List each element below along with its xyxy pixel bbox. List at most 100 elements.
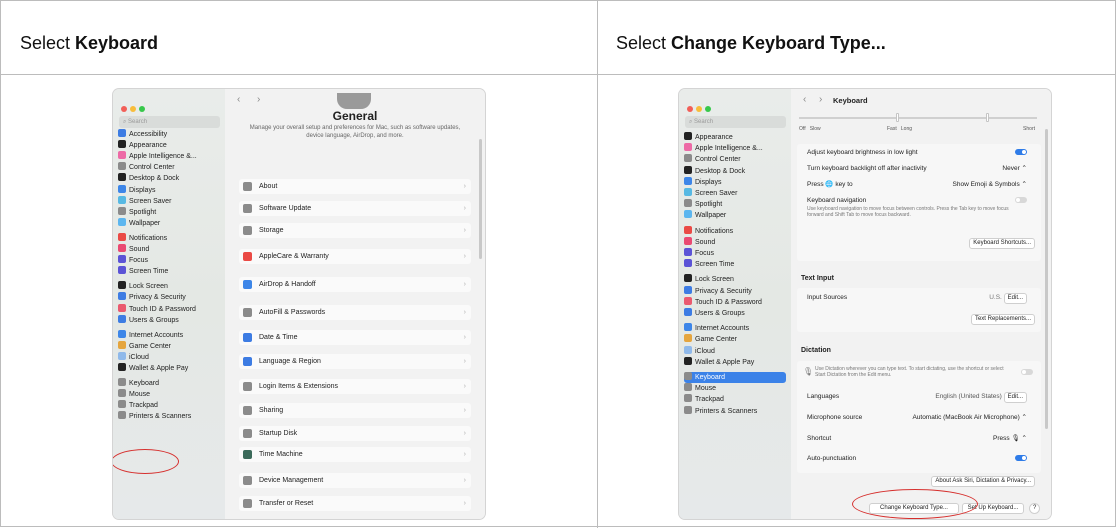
sidebar-item[interactable]: Keyboard <box>684 372 786 383</box>
text-replacements-button[interactable]: Text Replacements... <box>970 314 1035 325</box>
press-key-dropdown[interactable]: Show Emoji & Symbols ⌃ <box>953 179 1027 190</box>
input-sources-edit-button[interactable]: Edit... <box>1003 293 1027 304</box>
sidebar-item[interactable]: Control Center <box>118 162 220 173</box>
settings-row[interactable]: Sharing › <box>239 403 471 418</box>
scrollbar[interactable] <box>479 139 482 259</box>
about-siri-button[interactable]: About Ask Siri, Dictation & Privacy... <box>931 476 1035 487</box>
sidebar-item[interactable]: Displays <box>684 176 786 188</box>
brightness-toggle[interactable] <box>1015 149 1027 155</box>
settings-row[interactable]: Device Management › <box>239 473 471 488</box>
back-arrow-icon[interactable]: ‹ <box>237 94 240 105</box>
sidebar-item[interactable]: Desktop & Dock <box>118 173 220 184</box>
zoom-button[interactable] <box>139 106 145 112</box>
sidebar-item[interactable]: Privacy & Security <box>118 292 220 303</box>
sidebar-item[interactable]: Lock Screen <box>118 281 220 292</box>
sidebar-item[interactable]: Wallet & Apple Pay <box>118 363 220 374</box>
sidebar-item[interactable]: Sound <box>118 244 220 255</box>
sidebar-item[interactable]: Screen Time <box>118 266 220 277</box>
dictation-toggle[interactable] <box>1021 369 1033 375</box>
sidebar-item[interactable]: Game Center <box>118 340 220 352</box>
sidebar-item[interactable]: Trackpad <box>684 394 786 405</box>
settings-row[interactable]: Software Update › <box>239 201 471 216</box>
sidebar-item[interactable]: Displays <box>118 184 220 196</box>
zoom-button[interactable] <box>705 106 711 112</box>
settings-row[interactable]: AirDrop & Handoff › <box>239 277 471 292</box>
microphone-source-dropdown[interactable]: Automatic (MacBook Air Microphone) ⌃ <box>912 412 1027 423</box>
sidebar-item[interactable]: Control Center <box>684 154 786 165</box>
sidebar-item[interactable]: iCloud <box>684 345 786 357</box>
sidebar-item[interactable]: Spotlight <box>684 199 786 210</box>
sidebar-item[interactable]: Notifications <box>118 232 220 244</box>
sidebar-item[interactable]: Apple Intelligence &... <box>118 151 220 162</box>
auto-punctuation-toggle[interactable] <box>1015 455 1027 461</box>
sidebar-item[interactable]: Printers & Scanners <box>684 405 786 417</box>
sidebar-item[interactable]: Touch ID & Password <box>684 296 786 308</box>
sidebar-item[interactable]: Mouse <box>118 389 220 400</box>
settings-row[interactable]: Login Items & Extensions › <box>239 379 471 394</box>
sidebar-item[interactable]: Lock Screen <box>684 274 786 285</box>
settings-row[interactable]: Startup Disk › <box>239 426 471 441</box>
close-button[interactable] <box>687 106 693 112</box>
sidebar-item[interactable]: Mouse <box>684 383 786 394</box>
shortcut-dropdown[interactable]: Press 🎙 ⌃ <box>993 433 1027 444</box>
search-input[interactable]: ⌕ Search <box>119 116 220 128</box>
sidebar-item-label: Printers & Scanners <box>695 407 758 415</box>
sidebar-item[interactable]: Screen Saver <box>118 195 220 207</box>
sidebar-item[interactable]: Focus <box>684 248 786 259</box>
keyboard-shortcuts-button[interactable]: Keyboard Shortcuts... <box>969 238 1035 249</box>
sidebar-item-label: Lock Screen <box>695 276 734 284</box>
settings-row[interactable]: AppleCare & Warranty › <box>239 249 471 264</box>
slider-knob[interactable] <box>986 113 989 122</box>
settings-row[interactable]: Date & Time › <box>239 330 471 345</box>
chevron-right-icon: › <box>463 500 466 507</box>
settings-row[interactable]: Transfer or Reset › <box>239 496 471 511</box>
settings-row[interactable]: AutoFill & Passwords › <box>239 305 471 320</box>
settings-row[interactable]: About › <box>239 179 471 194</box>
sidebar-item[interactable]: Appearance <box>118 140 220 151</box>
sidebar-item[interactable]: Privacy & Security <box>684 285 786 297</box>
close-button[interactable] <box>121 106 127 112</box>
forward-arrow-icon[interactable]: › <box>257 94 260 105</box>
languages-edit-button[interactable]: Edit... <box>1003 392 1027 403</box>
search-input[interactable]: ⌕ Search <box>685 116 786 128</box>
sidebar-item[interactable]: Sound <box>684 236 786 248</box>
sidebar-item[interactable]: Printers & Scanners <box>118 411 220 422</box>
sidebar-item[interactable]: Wallpaper <box>118 217 220 229</box>
settings-row[interactable]: Storage › <box>239 223 471 238</box>
settings-row[interactable]: Time Machine › <box>239 447 471 462</box>
sidebar-item[interactable]: Internet Accounts <box>684 323 786 334</box>
slider-knob[interactable] <box>896 113 899 122</box>
sidebar-item[interactable]: Wallet & Apple Pay <box>684 356 786 368</box>
sidebar-item[interactable]: Game Center <box>684 334 786 345</box>
sidebar-item[interactable]: Screen Time <box>684 259 786 270</box>
chevron-right-icon: › <box>463 309 466 316</box>
sidebar-item[interactable]: Notifications <box>684 225 786 237</box>
sidebar-item[interactable]: Wallpaper <box>684 210 786 221</box>
sidebar-item[interactable]: iCloud <box>118 351 220 363</box>
step-target: Keyboard <box>75 33 159 53</box>
keyboard-nav-toggle[interactable] <box>1015 197 1027 203</box>
minimize-button[interactable] <box>696 106 702 112</box>
sidebar-item[interactable]: Users & Groups <box>118 314 220 326</box>
sidebar-item[interactable]: Spotlight <box>118 206 220 218</box>
repeat-rate-slider[interactable] <box>799 117 1037 119</box>
sidebar-item[interactable]: Users & Groups <box>684 308 786 319</box>
sidebar-item[interactable]: Screen Saver <box>684 188 786 199</box>
sidebar-item[interactable]: Internet Accounts <box>118 329 220 341</box>
sidebar-item[interactable]: Apple Intelligence &... <box>684 143 786 154</box>
help-button[interactable]: ? <box>1029 503 1040 514</box>
toolbar: ‹ › Keyboard <box>791 89 1051 111</box>
sidebar-item[interactable]: Trackpad <box>118 400 220 411</box>
sidebar-item[interactable]: Touch ID & Password <box>118 303 220 315</box>
back-arrow-icon[interactable]: ‹ <box>803 94 806 105</box>
minimize-button[interactable] <box>130 106 136 112</box>
sidebar-item[interactable]: Desktop & Dock <box>684 165 786 177</box>
sidebar-item[interactable]: Accessibility <box>118 129 220 140</box>
forward-arrow-icon[interactable]: › <box>819 94 822 105</box>
sidebar-item[interactable]: Keyboard <box>118 378 220 389</box>
backlight-dropdown[interactable]: Never ⌃ <box>1002 163 1027 174</box>
sidebar-item[interactable]: Focus <box>118 255 220 266</box>
settings-row[interactable]: Language & Region › <box>239 354 471 369</box>
sidebar-item[interactable]: Appearance <box>684 132 786 143</box>
scrollbar[interactable] <box>1045 129 1048 429</box>
